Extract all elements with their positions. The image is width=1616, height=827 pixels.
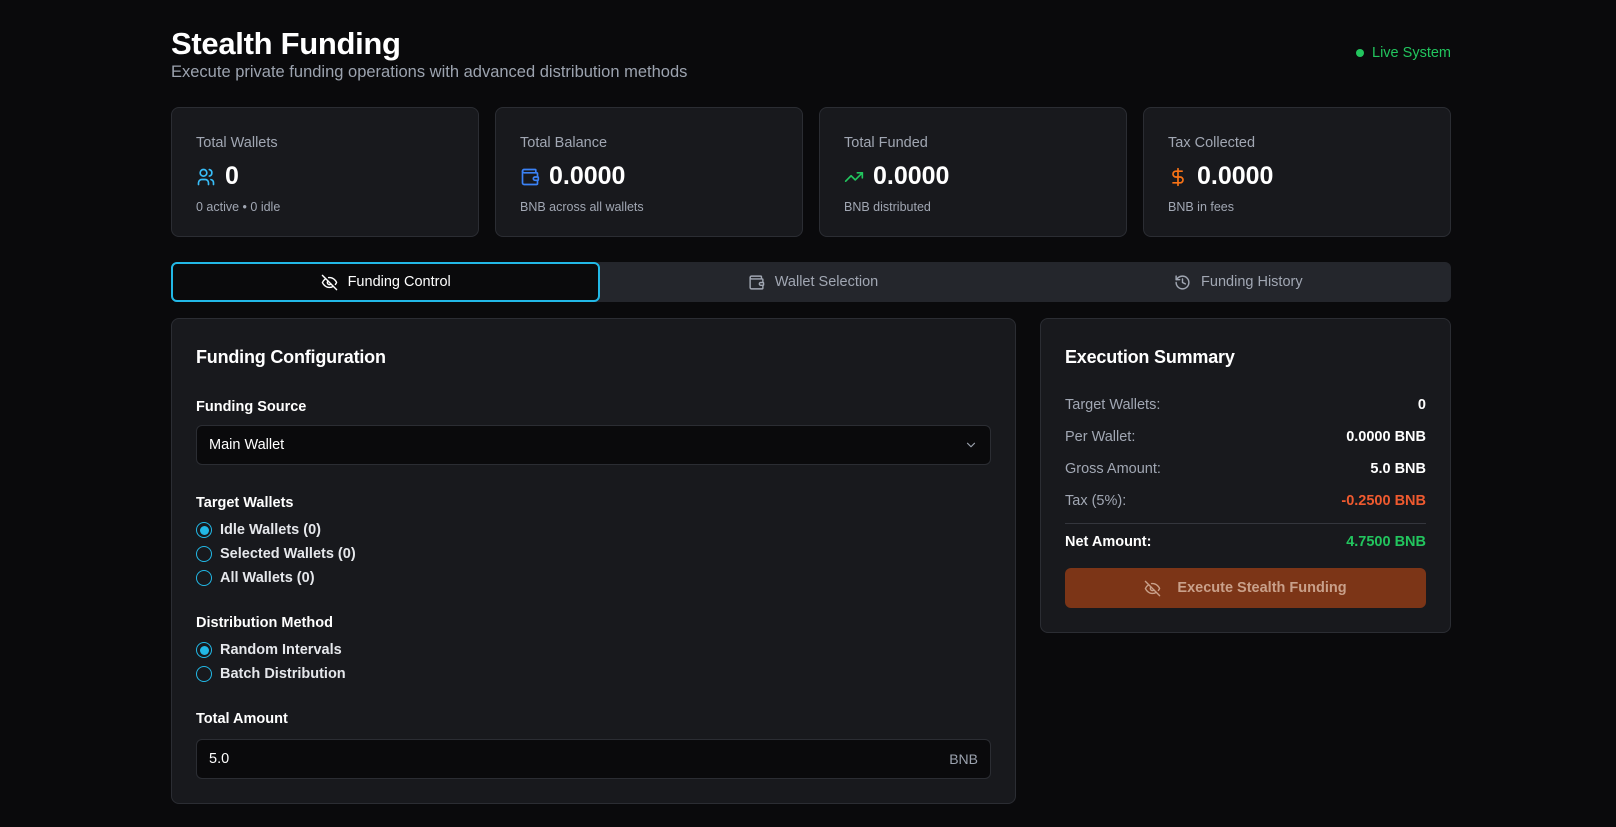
summary-label: Net Amount:	[1065, 534, 1152, 550]
summary-label: Gross Amount:	[1065, 461, 1161, 477]
radio-selected-wallets[interactable]: Selected Wallets (0)	[196, 546, 356, 562]
stat-card-tax-collected: Tax Collected 0.0000 BNB in fees	[1143, 107, 1451, 237]
summary-row-gross-amount: Gross Amount: 5.0 BNB	[1065, 461, 1426, 477]
radio-unchecked-icon	[196, 570, 212, 586]
summary-row-per-wallet: Per Wallet: 0.0000 BNB	[1065, 429, 1426, 445]
radio-random-intervals[interactable]: Random Intervals	[196, 642, 342, 658]
status-dot-icon	[1356, 49, 1365, 57]
summary-value: -0.2500 BNB	[1341, 493, 1426, 509]
stat-value: 0	[225, 162, 239, 190]
summary-value: 5.0 BNB	[1370, 461, 1426, 477]
tab-funding-history[interactable]: Funding History	[1026, 262, 1451, 302]
summary-value: 4.7500 BNB	[1346, 534, 1426, 550]
stat-card-total-funded: Total Funded 0.0000 BNB distributed	[819, 107, 1127, 237]
wallet-icon	[521, 168, 540, 185]
total-amount-value: 5.0	[209, 751, 230, 767]
radio-checked-icon	[196, 522, 212, 538]
radio-checked-icon	[196, 642, 212, 658]
total-amount-unit: BNB	[949, 751, 978, 767]
stat-value: 0.0000	[549, 162, 626, 190]
tab-wallet-selection[interactable]: Wallet Selection	[600, 262, 1025, 302]
funding-configuration-panel: Funding Configuration Funding Source Mai…	[171, 318, 1016, 804]
stat-card-total-wallets: Total Wallets 0 0 active • 0 idle	[171, 107, 479, 237]
summary-label: Target Wallets:	[1065, 397, 1161, 413]
total-amount-input[interactable]: 5.0 BNB	[196, 739, 991, 779]
summary-label: Tax (5%):	[1065, 493, 1127, 509]
summary-row-net-amount: Net Amount: 4.7500 BNB	[1065, 534, 1426, 550]
stats-row: Total Wallets 0 0 active • 0 idle Total …	[171, 107, 1451, 237]
funding-source-label: Funding Source	[196, 399, 307, 415]
execute-stealth-funding-button[interactable]: Execute Stealth Funding	[1065, 568, 1426, 608]
stat-sub: BNB in fees	[1168, 200, 1235, 214]
funding-source-value: Main Wallet	[209, 437, 285, 453]
distribution-method-label: Distribution Method	[196, 615, 333, 631]
dollar-icon	[1172, 167, 1184, 186]
stat-label: Total Funded	[844, 135, 928, 151]
stat-label: Total Balance	[520, 135, 608, 151]
stat-sub: BNB distributed	[844, 200, 931, 214]
eye-off-icon	[321, 274, 337, 290]
wallet-icon	[749, 274, 765, 290]
page-header: Stealth Funding Execute private funding …	[171, 0, 1451, 106]
summary-label: Per Wallet:	[1065, 429, 1136, 445]
summary-row-target-wallets: Target Wallets: 0	[1065, 397, 1426, 413]
live-status: Live System	[1356, 45, 1451, 61]
summary-value: 0.0000 BNB	[1346, 429, 1426, 445]
radio-idle-wallets[interactable]: Idle Wallets (0)	[196, 522, 321, 538]
tab-bar: Funding Control Wallet Selection Funding…	[171, 262, 1451, 302]
summary-value: 0	[1417, 397, 1426, 413]
stat-label: Total Wallets	[196, 135, 278, 151]
radio-label: Random Intervals	[220, 642, 342, 658]
radio-batch-distribution[interactable]: Batch Distribution	[196, 666, 346, 682]
stat-label: Tax Collected	[1168, 135, 1256, 151]
tab-label: Funding Control	[347, 274, 451, 290]
tab-funding-control[interactable]: Funding Control	[171, 262, 601, 302]
page: Stealth Funding Execute private funding …	[171, 0, 1451, 804]
radio-unchecked-icon	[196, 546, 212, 562]
target-wallets-label: Target Wallets	[196, 495, 294, 511]
stat-sub: BNB across all wallets	[520, 200, 644, 214]
chevron-down-icon	[966, 442, 976, 448]
total-amount-label: Total Amount	[196, 711, 288, 727]
users-icon	[197, 168, 215, 185]
execution-summary-panel: Execution Summary Target Wallets: 0 Per …	[1040, 318, 1451, 633]
stat-card-total-balance: Total Balance 0.0000 BNB across all wall…	[495, 107, 803, 237]
eye-off-icon	[1145, 580, 1161, 596]
panel-title: Execution Summary	[1065, 347, 1235, 367]
live-status-label: Live System	[1372, 45, 1451, 61]
radio-label: Idle Wallets (0)	[220, 522, 321, 538]
tab-label: Wallet Selection	[774, 274, 879, 290]
stat-value: 0.0000	[1197, 162, 1274, 190]
page-title: Stealth Funding	[171, 26, 401, 61]
page-subtitle: Execute private funding operations with …	[171, 63, 688, 81]
radio-all-wallets[interactable]: All Wallets (0)	[196, 570, 315, 586]
panel-title: Funding Configuration	[196, 347, 386, 367]
tab-label: Funding History	[1201, 274, 1303, 290]
radio-label: Batch Distribution	[220, 666, 346, 682]
history-icon	[1175, 274, 1190, 290]
stat-sub: 0 active • 0 idle	[196, 200, 281, 214]
trending-up-icon	[844, 171, 864, 182]
radio-label: All Wallets (0)	[220, 570, 315, 586]
radio-label: Selected Wallets (0)	[220, 546, 356, 562]
funding-source-select[interactable]: Main Wallet	[196, 425, 991, 465]
radio-unchecked-icon	[196, 666, 212, 682]
execute-button-label: Execute Stealth Funding	[1177, 580, 1347, 596]
summary-row-tax: Tax (5%): -0.2500 BNB	[1065, 493, 1426, 509]
stat-value: 0.0000	[873, 162, 950, 190]
summary-divider	[1065, 523, 1426, 524]
